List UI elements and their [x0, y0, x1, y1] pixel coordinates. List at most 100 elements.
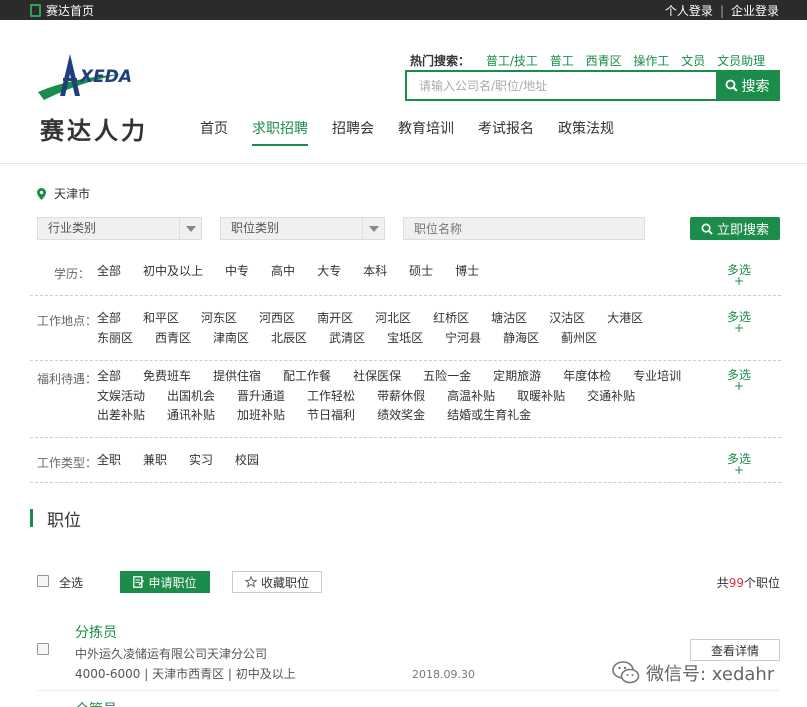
- filter-option[interactable]: 全部: [97, 367, 121, 387]
- filter-option[interactable]: 高温补贴: [447, 387, 495, 407]
- total-prefix: 共: [716, 576, 729, 590]
- home-link[interactable]: 赛达首页: [30, 2, 94, 19]
- filter-option[interactable]: 南开区: [317, 309, 353, 329]
- filter-option[interactable]: 高中: [271, 262, 295, 282]
- filter-option[interactable]: 取暖补贴: [517, 387, 565, 407]
- filter-option[interactable]: 带薪休假: [377, 387, 425, 407]
- filter-option[interactable]: 五险一金: [423, 367, 471, 387]
- industry-select[interactable]: 行业类别: [37, 217, 202, 240]
- hot-keyword[interactable]: 西青区: [586, 54, 622, 68]
- filter-option[interactable]: 通讯补贴: [167, 406, 215, 426]
- filter-option[interactable]: 蓟州区: [561, 329, 597, 349]
- filter-option[interactable]: 博士: [455, 262, 479, 282]
- login-separator: |: [719, 4, 724, 18]
- filter-option[interactable]: 津南区: [213, 329, 249, 349]
- job-company[interactable]: 中外运久凌储运有限公司天津分公司: [75, 645, 267, 662]
- section-title-text: 职位: [47, 510, 81, 531]
- section-accent-bar: [30, 509, 33, 527]
- chevron-down-icon: [179, 218, 201, 239]
- company-login-link[interactable]: 企业登录: [731, 4, 779, 18]
- hot-keyword[interactable]: 普工/技工: [486, 54, 538, 68]
- filter-option[interactable]: 校园: [235, 451, 259, 471]
- filter-option[interactable]: 定期旅游: [493, 367, 541, 387]
- nav-exam[interactable]: 考试报名: [478, 118, 534, 146]
- filter-option[interactable]: 全部: [97, 262, 121, 282]
- current-location[interactable]: 天津市: [37, 185, 90, 202]
- filter-option[interactable]: 配工作餐: [283, 367, 331, 387]
- filter-option[interactable]: 宝坻区: [387, 329, 423, 349]
- job-title-link[interactable]: 仓管员: [75, 699, 117, 707]
- multi-select-toggle[interactable]: 多选 +: [727, 311, 751, 334]
- filter-option[interactable]: 硕士: [409, 262, 433, 282]
- filter-option[interactable]: 河东区: [201, 309, 237, 329]
- filter-option[interactable]: 提供住宿: [213, 367, 261, 387]
- hot-keyword[interactable]: 普工: [550, 54, 574, 68]
- hot-keyword[interactable]: 文员助理: [717, 54, 765, 68]
- filter-option[interactable]: 武清区: [329, 329, 365, 349]
- filter-option[interactable]: 社保医保: [353, 367, 401, 387]
- filter-option[interactable]: 出差补贴: [97, 406, 145, 426]
- select-all-checkbox[interactable]: [37, 575, 49, 587]
- search-input[interactable]: [407, 72, 713, 99]
- filter-option[interactable]: 结婚或生育礼金: [447, 406, 531, 426]
- job-checkbox[interactable]: [37, 643, 49, 655]
- favorite-jobs-button[interactable]: 收藏职位: [232, 571, 322, 593]
- filter-option[interactable]: 静海区: [503, 329, 539, 349]
- multi-select-toggle[interactable]: 多选 +: [727, 264, 751, 287]
- view-detail-button[interactable]: 查看详情: [690, 639, 780, 661]
- plus-icon: +: [733, 463, 745, 477]
- filter-option[interactable]: 初中及以上: [143, 262, 203, 282]
- filter-option[interactable]: 大港区: [607, 309, 643, 329]
- filter-option[interactable]: 实习: [189, 451, 213, 471]
- filter-option[interactable]: 中专: [225, 262, 249, 282]
- filter-option[interactable]: 绩效奖金: [377, 406, 425, 426]
- filter-option[interactable]: 专业培训: [633, 367, 681, 387]
- nav-home[interactable]: 首页: [200, 118, 228, 146]
- filter-option[interactable]: 文娱活动: [97, 387, 145, 407]
- select-all-label: 全选: [59, 576, 84, 590]
- search-icon: [725, 79, 738, 92]
- nav-job-fair[interactable]: 招聘会: [332, 118, 374, 146]
- hot-keyword[interactable]: 操作工: [633, 54, 669, 68]
- nav-training[interactable]: 教育培训: [398, 118, 454, 146]
- filter-option[interactable]: 红桥区: [433, 309, 469, 329]
- filter-option[interactable]: 西青区: [155, 329, 191, 349]
- filter-option[interactable]: 河北区: [375, 309, 411, 329]
- filter-option[interactable]: 全部: [97, 309, 121, 329]
- position-select[interactable]: 职位类别: [220, 217, 385, 240]
- filter-option[interactable]: 免费班车: [143, 367, 191, 387]
- filter-jobtype: 工作类型： 全职 兼职 实习 校园 多选 +: [30, 451, 781, 477]
- job-title-link[interactable]: 分拣员: [75, 622, 117, 642]
- filter-option[interactable]: 东丽区: [97, 329, 133, 349]
- filter-option[interactable]: 交通补贴: [587, 387, 635, 407]
- filter-option[interactable]: 工作轻松: [307, 387, 355, 407]
- nav-jobs[interactable]: 求职招聘: [252, 118, 308, 146]
- site-logo[interactable]: XEDA 赛达人力: [30, 48, 158, 145]
- filter-option[interactable]: 晋升通道: [237, 387, 285, 407]
- filter-option[interactable]: 年度体检: [563, 367, 611, 387]
- filter-option[interactable]: 大专: [317, 262, 341, 282]
- multi-select-toggle[interactable]: 多选 +: [727, 369, 751, 392]
- filter-option[interactable]: 塘沽区: [491, 309, 527, 329]
- filter-option[interactable]: 加班补贴: [237, 406, 285, 426]
- filter-option[interactable]: 北辰区: [271, 329, 307, 349]
- filter-option[interactable]: 全职: [97, 451, 121, 471]
- hot-search: 热门搜索： 普工/技工 普工 西青区 操作工 文员 文员助理: [410, 52, 765, 69]
- filter-option[interactable]: 本科: [363, 262, 387, 282]
- quick-search-button[interactable]: 立即搜索: [690, 217, 780, 240]
- nav-policy[interactable]: 政策法规: [558, 118, 614, 146]
- hot-keyword[interactable]: 文员: [681, 54, 705, 68]
- filter-option[interactable]: 河西区: [259, 309, 295, 329]
- filter-option[interactable]: 节日福利: [307, 406, 355, 426]
- multi-select-toggle[interactable]: 多选 +: [727, 453, 751, 477]
- filter-option[interactable]: 宁河县: [445, 329, 481, 349]
- filter-option[interactable]: 汉沽区: [549, 309, 585, 329]
- apply-jobs-button[interactable]: 申请职位: [120, 571, 210, 593]
- position-name-input[interactable]: [403, 217, 645, 240]
- personal-login-link[interactable]: 个人登录: [665, 4, 713, 18]
- search-button[interactable]: 搜索: [716, 72, 778, 99]
- filter-option[interactable]: 兼职: [143, 451, 167, 471]
- filter-option[interactable]: 出国机会: [167, 387, 215, 407]
- site-search: 搜索: [405, 70, 780, 101]
- filter-option[interactable]: 和平区: [143, 309, 179, 329]
